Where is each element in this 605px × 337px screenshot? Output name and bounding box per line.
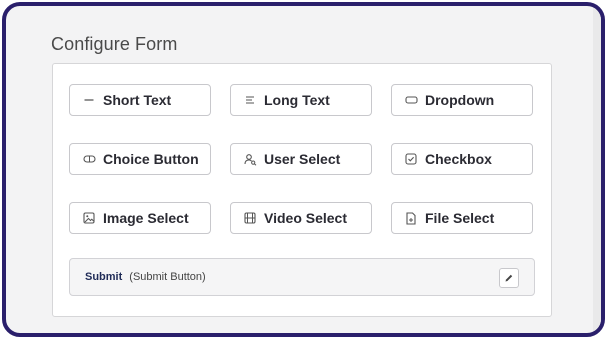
field-label: Choice Button	[103, 151, 199, 167]
pencil-icon	[504, 273, 514, 283]
lines-icon	[243, 93, 257, 107]
page-title: Configure Form	[51, 34, 178, 54]
field-label: Short Text	[103, 92, 172, 108]
field-label: Dropdown	[425, 92, 495, 108]
app-frame: Configure Form Short Text Long Text Drop…	[2, 2, 605, 337]
file-plus-icon	[404, 211, 418, 225]
user-search-icon	[243, 152, 257, 166]
field-label: Long Text	[264, 92, 330, 108]
minus-icon	[82, 93, 96, 107]
edit-submit-button[interactable]	[499, 268, 519, 288]
add-dropdown-button[interactable]: Dropdown	[391, 84, 533, 116]
film-icon	[243, 211, 257, 225]
field-label: File Select	[425, 210, 495, 226]
add-file-select-button[interactable]: File Select	[391, 202, 533, 234]
field-label: Image Select	[103, 210, 189, 226]
submit-button-field[interactable]: Submit (Submit Button)	[69, 258, 535, 296]
add-user-select-button[interactable]: User Select	[230, 143, 372, 175]
add-short-text-button[interactable]: Short Text	[69, 84, 211, 116]
field-label: Checkbox	[425, 151, 492, 167]
submit-field-type: (Submit Button)	[129, 271, 206, 283]
image-icon	[82, 211, 96, 225]
checkbox-icon	[404, 152, 418, 166]
add-image-select-button[interactable]: Image Select	[69, 202, 211, 234]
add-checkbox-button[interactable]: Checkbox	[391, 143, 533, 175]
add-choice-button-button[interactable]: Choice Button	[69, 143, 211, 175]
form-builder-panel: Short Text Long Text Dropdown Choice But…	[52, 63, 552, 317]
field-label: User Select	[264, 151, 341, 167]
add-video-select-button[interactable]: Video Select	[230, 202, 372, 234]
submit-field-name: Submit	[85, 271, 123, 283]
field-label: Video Select	[264, 210, 348, 226]
dropdown-icon	[404, 93, 418, 107]
toggle-pill-icon	[82, 152, 96, 166]
scrollbar[interactable]	[593, 6, 601, 333]
add-long-text-button[interactable]: Long Text	[230, 84, 372, 116]
